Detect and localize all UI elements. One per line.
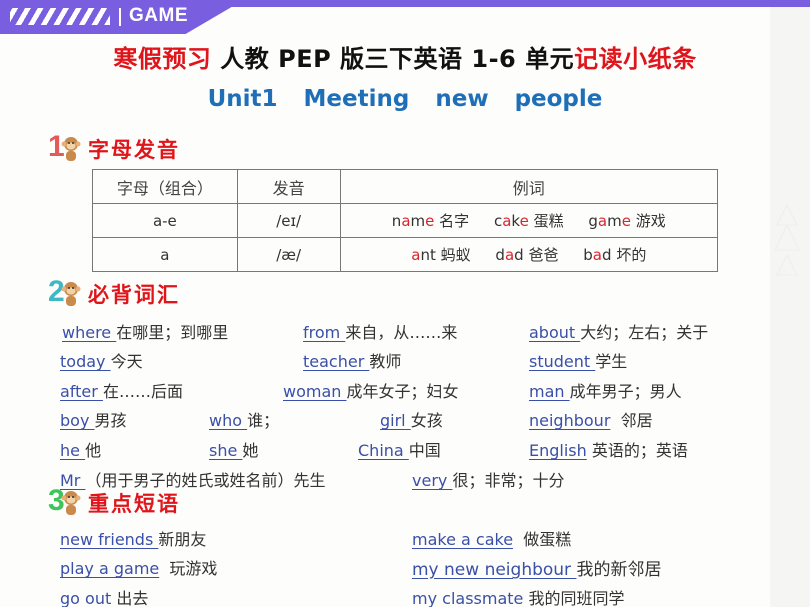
phrase-item: make a cake 做蛋糕: [412, 530, 572, 549]
game-tab: GAME: [0, 0, 232, 34]
diagonal-stripes-icon: [10, 8, 110, 25]
vocab-item: he 他: [60, 441, 102, 460]
vocab-item: very 很；非常；十分: [412, 471, 565, 490]
vocab-item: she 她: [209, 441, 259, 460]
example-word: ant 蚂蚁: [411, 246, 471, 264]
game-label: GAME: [129, 5, 188, 26]
header-sound: 发音: [236, 169, 341, 204]
table-row: a /æ/ ant 蚂蚁 dad 爸爸 bad 坏的: [92, 237, 719, 272]
vocab-item: neighbour 邻居: [529, 411, 653, 430]
cell-sound: /eɪ/: [236, 203, 341, 238]
example-word: dad 爸爸: [495, 246, 559, 264]
title-suffix: 记读小纸条: [574, 45, 697, 73]
phrase-item: new friends 新朋友: [60, 530, 207, 549]
vocab-item: English 英语的；英语: [529, 441, 688, 460]
unit-title: Unit1 Meeting new people: [207, 86, 603, 112]
cell-letters: a-e: [92, 203, 238, 238]
title-main: 人教 PEP 版三下英语 1-6 单元: [220, 45, 575, 73]
phonics-table: 字母（组合） 发音 例词 a-e /eɪ/ name 名字 cake 蛋糕 ga…: [92, 169, 719, 272]
divider: [119, 8, 121, 26]
vocab-item: man 成年男子；男人: [529, 382, 682, 401]
vocab-item: from 来自，从……来: [303, 323, 458, 342]
section-header-1: 1 字母发音: [48, 130, 180, 165]
section-title: 字母发音: [88, 138, 180, 162]
monkey-icon: [61, 491, 81, 515]
phrase-item: play a game 玩游戏: [60, 559, 218, 578]
monkey-icon: [61, 282, 81, 306]
table-header-row: 字母（组合） 发音 例词: [92, 169, 719, 204]
section-badge-3: 3: [48, 484, 86, 518]
title-prefix: 寒假预习: [113, 45, 212, 73]
vocab-item: student 学生: [529, 352, 628, 371]
section-badge-1: 1: [48, 130, 86, 164]
section-title: 必背词汇: [88, 283, 180, 307]
section-header-3: 3 重点短语: [48, 484, 180, 519]
cell-examples: ant 蚂蚁 dad 爸爸 bad 坏的: [339, 237, 719, 272]
vocab-item: who 谁；: [209, 411, 280, 430]
vocab-item: boy 男孩: [60, 411, 127, 430]
phrase-item: go out 出去: [60, 589, 149, 607]
vocab-item: about 大约；左右；关于: [529, 323, 709, 342]
example-word: name 名字: [391, 212, 470, 230]
example-word: game 游戏: [588, 212, 666, 230]
cell-examples: name 名字 cake 蛋糕 game 游戏: [339, 203, 719, 238]
vocab-item: teacher 教师: [303, 352, 402, 371]
example-word: bad 坏的: [583, 246, 647, 264]
vocab-item: after 在……后面: [60, 382, 183, 401]
phrase-item: my new neighbour 我的新邻居: [412, 560, 662, 580]
monkey-icon: [61, 137, 81, 161]
phrase-item: my classmate 我的同班同学: [412, 589, 625, 607]
section-badge-2: 2: [48, 275, 86, 309]
cell-sound: /æ/: [236, 237, 341, 272]
example-word: cake 蛋糕: [493, 212, 564, 230]
header-letters: 字母（组合）: [92, 169, 238, 204]
vocab-item: where 在哪里；到哪里: [62, 323, 229, 342]
faint-tree-decoration-icon: [774, 203, 800, 276]
vocab-item: woman 成年女子；妇女: [283, 382, 459, 401]
vocab-item: China 中国: [358, 441, 441, 460]
section-title: 重点短语: [88, 492, 180, 516]
vocab-item: girl 女孩: [380, 411, 443, 430]
page-title: 寒假预习 人教 PEP 版三下英语 1-6 单元记读小纸条: [0, 39, 810, 74]
cell-letters: a: [92, 237, 238, 272]
section-header-2: 2 必背词汇: [48, 275, 180, 310]
table-row: a-e /eɪ/ name 名字 cake 蛋糕 game 游戏: [92, 203, 719, 238]
vocab-item: today 今天: [60, 352, 143, 371]
header-examples: 例词: [339, 169, 719, 204]
